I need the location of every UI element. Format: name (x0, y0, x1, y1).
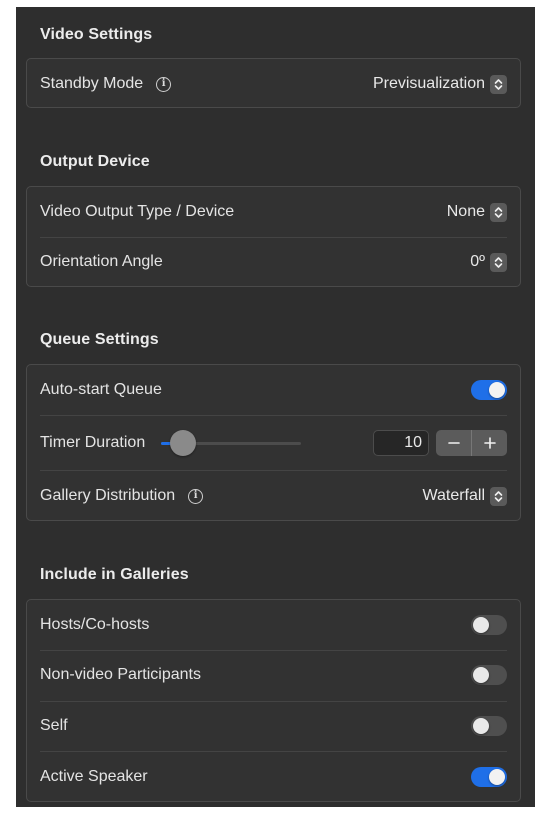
info-icon[interactable]: i (156, 76, 172, 92)
section-title-video-settings: Video Settings (40, 26, 153, 43)
row-gallery-distribution: Gallery Distribution i Waterfall (27, 470, 520, 522)
section-title-include-in-galleries: Include in Galleries (40, 566, 189, 583)
toggle-knob (473, 667, 489, 683)
auto-start-queue-toggle[interactable] (471, 380, 507, 400)
video-output-type-label: Video Output Type / Device (40, 203, 235, 220)
section-title-output-device: Output Device (40, 153, 150, 170)
non-video-participants-toggle[interactable] (471, 665, 507, 685)
active-speaker-label: Active Speaker (40, 768, 148, 785)
standby-mode-select[interactable]: Previsualization (372, 74, 507, 94)
plus-icon (483, 436, 496, 449)
up-down-chevron-icon (490, 252, 507, 272)
row-self: Self (27, 701, 520, 751)
auto-start-queue-label: Auto-start Queue (40, 381, 162, 398)
hosts-co-hosts-toggle[interactable] (471, 615, 507, 635)
timer-duration-input[interactable]: 10 (373, 429, 429, 456)
self-toggle[interactable] (471, 716, 507, 736)
up-down-chevron-icon (490, 202, 507, 222)
gallery-distribution-select[interactable]: Waterfall (422, 486, 507, 506)
row-video-output-type: Video Output Type / Device None (27, 187, 520, 237)
self-label: Self (40, 717, 68, 734)
timer-duration-label: Timer Duration (40, 433, 146, 451)
row-standby-mode: Standby Mode i Previsualization (27, 59, 520, 109)
hosts-co-hosts-label: Hosts/Co-hosts (40, 616, 150, 633)
group-video-settings: Standby Mode i Previsualization (26, 58, 521, 108)
toggle-knob (489, 382, 505, 398)
timer-duration-slider[interactable] (161, 429, 302, 456)
row-non-video-participants: Non-video Participants (27, 650, 520, 700)
settings-panel: Video Settings Standby Mode i Previsuali… (16, 7, 535, 807)
group-include-in-galleries: Hosts/Co-hosts Non-video Participants Se… (26, 599, 521, 802)
up-down-chevron-icon (490, 74, 507, 94)
toggle-knob (489, 769, 505, 785)
group-output-device: Video Output Type / Device None Orientat… (26, 186, 521, 287)
row-active-speaker: Active Speaker (27, 751, 520, 803)
active-speaker-toggle[interactable] (471, 767, 507, 787)
row-timer-duration: Timer Duration 10 (27, 415, 520, 470)
row-auto-start-queue: Auto-start Queue (27, 365, 520, 415)
timer-duration-stepper (436, 429, 507, 456)
non-video-participants-label: Non-video Participants (40, 666, 201, 683)
group-queue-settings: Auto-start Queue Timer Duration 10 Galle… (26, 364, 521, 521)
gallery-distribution-label: Gallery Distribution (40, 487, 176, 504)
info-icon[interactable]: i (188, 488, 204, 504)
video-output-type-select[interactable]: None (446, 202, 507, 222)
section-title-queue-settings: Queue Settings (40, 331, 159, 348)
standby-mode-label: Standby Mode (40, 75, 144, 92)
video-output-type-value: None (446, 203, 485, 220)
orientation-angle-label: Orientation Angle (40, 253, 163, 270)
toggle-knob (473, 718, 489, 734)
orientation-angle-value: 0º (470, 253, 485, 270)
decrement-button[interactable] (436, 430, 471, 456)
up-down-chevron-icon (490, 486, 507, 506)
increment-button[interactable] (471, 429, 507, 456)
orientation-angle-select[interactable]: 0º (470, 252, 507, 272)
slider-thumb[interactable] (170, 429, 197, 456)
toggle-knob (473, 617, 489, 633)
gallery-distribution-value: Waterfall (422, 487, 485, 504)
standby-mode-value: Previsualization (372, 75, 485, 92)
minus-icon (447, 441, 460, 444)
row-hosts-co-hosts: Hosts/Co-hosts (27, 600, 520, 650)
row-orientation-angle: Orientation Angle 0º (27, 237, 520, 287)
